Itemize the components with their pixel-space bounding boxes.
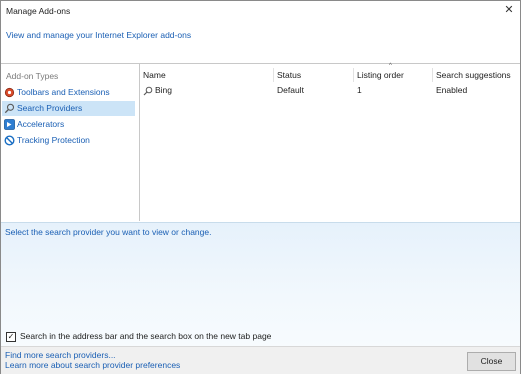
search-icon xyxy=(4,103,15,114)
provider-status: Default xyxy=(277,85,304,95)
column-header-search-suggestions[interactable]: Search suggestions xyxy=(432,68,520,82)
provider-name: Bing xyxy=(155,85,173,95)
close-button[interactable]: Close xyxy=(467,352,516,371)
table-row[interactable]: Bing Default 1 Enabled xyxy=(140,83,520,97)
close-icon[interactable]: ✕ xyxy=(502,3,516,17)
block-icon xyxy=(4,135,15,146)
checkbox-label[interactable]: Search in the address bar and the search… xyxy=(20,331,271,341)
title-bar: Manage Add-ons ✕ xyxy=(1,1,520,21)
gear-icon xyxy=(4,87,15,98)
sidebar-item-tracking-protection[interactable]: Tracking Protection xyxy=(2,133,135,148)
sidebar-item-toolbars[interactable]: Toolbars and Extensions xyxy=(2,85,135,100)
sidebar-heading: Add-on Types xyxy=(6,71,59,81)
manage-addons-window: Manage Add-ons ✕ View and manage your In… xyxy=(0,0,521,374)
sidebar-item-accelerators[interactable]: Accelerators xyxy=(2,117,135,132)
column-header-listing-order[interactable]: Listing order xyxy=(353,68,433,82)
sort-arrow-icon: ^ xyxy=(389,63,392,69)
window-title: Manage Add-ons xyxy=(6,6,71,16)
search-in-address-bar-checkbox[interactable]: ✓ xyxy=(6,332,16,342)
sidebar-item-label: Tracking Protection xyxy=(17,135,90,145)
find-more-providers-link[interactable]: Find more search providers... xyxy=(5,350,116,360)
provider-search-suggestions: Enabled xyxy=(436,85,468,95)
column-header-name[interactable]: Name xyxy=(140,68,273,82)
search-providers-list: Name Status Listing order Search suggest… xyxy=(140,63,520,221)
accelerator-icon xyxy=(4,119,15,130)
details-message: Select the search provider you want to v… xyxy=(5,227,212,237)
search-icon xyxy=(143,83,153,97)
header-link[interactable]: View and manage your Internet Explorer a… xyxy=(6,30,191,40)
learn-more-link[interactable]: Learn more about search provider prefere… xyxy=(5,360,180,370)
details-pane: Select the search provider you want to v… xyxy=(1,222,520,347)
column-header-status[interactable]: Status xyxy=(273,68,353,82)
sidebar-item-label: Toolbars and Extensions xyxy=(17,87,110,97)
sidebar-item-label: Accelerators xyxy=(17,119,65,129)
sidebar-item-label: Search Providers xyxy=(17,103,83,113)
sidebar-item-search-providers[interactable]: Search Providers xyxy=(2,101,135,116)
footer: Find more search providers... Learn more… xyxy=(1,346,520,374)
provider-listing-order: 1 xyxy=(357,85,362,95)
addon-types-sidebar: Add-on Types Toolbars and Extensions Sea… xyxy=(1,64,140,221)
